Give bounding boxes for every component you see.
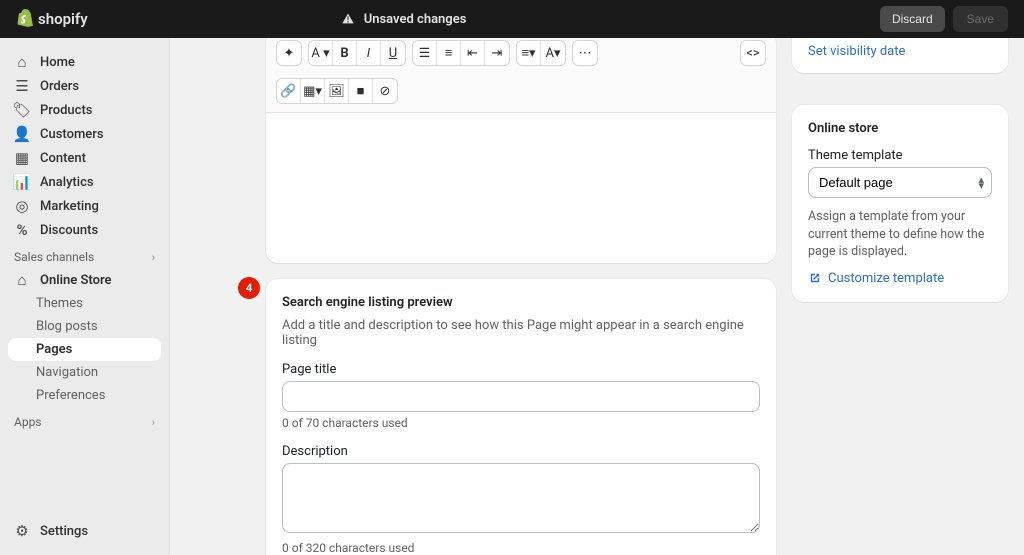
- discounts-icon: %: [14, 222, 30, 238]
- set-visibility-date-link[interactable]: Set visibility date: [808, 44, 905, 59]
- theme-template-label: Theme template: [808, 148, 992, 163]
- analytics-icon: 📊: [14, 174, 30, 190]
- seo-description-text: Add a title and description to see how t…: [282, 318, 760, 348]
- align-dropdown[interactable]: ≡▾: [517, 41, 541, 65]
- page-title-label: Page title: [282, 362, 760, 377]
- rte-body[interactable]: [266, 113, 776, 263]
- external-icon: [808, 271, 822, 285]
- underline-button[interactable]: U: [381, 41, 405, 65]
- orders-icon: ☰: [14, 78, 30, 94]
- marketing-icon: ◎: [14, 198, 30, 214]
- sidebar-item-settings[interactable]: ⚙Settings: [0, 519, 169, 543]
- code-view-button[interactable]: <>: [741, 41, 765, 65]
- sidebar-item-themes[interactable]: Themes: [0, 292, 169, 315]
- content-icon: ▦: [14, 150, 30, 166]
- seo-heading: Search engine listing preview: [282, 295, 760, 310]
- chevron-right-icon[interactable]: ›: [152, 251, 155, 264]
- step-marker: 4: [238, 277, 260, 299]
- seo-card: 4 Search engine listing preview Add a ti…: [266, 279, 776, 555]
- sidebar-item-customers[interactable]: 👤Customers: [0, 122, 169, 146]
- content-editor-card: ✦ A ▾ B I U ☰ ≡ ⇤ ⇥ ≡▾ A▾: [266, 38, 776, 263]
- theme-helper-text: Assign a template from your current them…: [808, 208, 992, 261]
- theme-template-select[interactable]: Default page: [808, 167, 992, 198]
- customers-icon: 👤: [14, 126, 30, 142]
- online-store-card: Online store Theme template Default page…: [792, 105, 1008, 302]
- sidebar-item-discounts[interactable]: %Discounts: [0, 218, 169, 242]
- sidebar-item-online-store[interactable]: ⌂Online Store: [0, 268, 169, 292]
- video-button[interactable]: ■: [349, 79, 373, 103]
- sales-channels-label: Sales channels ›: [0, 242, 169, 268]
- bold-button[interactable]: B: [333, 41, 357, 65]
- store-icon: ⌂: [14, 272, 30, 288]
- clear-format-button[interactable]: ⊘: [373, 79, 397, 103]
- sidebar-item-pages[interactable]: Pages: [8, 338, 161, 361]
- main-content: ✦ A ▾ B I U ☰ ≡ ⇤ ⇥ ≡▾ A▾: [170, 38, 1024, 555]
- save-button: Save: [953, 6, 1008, 32]
- online-store-title: Online store: [808, 121, 992, 136]
- brand-label: shopify: [38, 10, 88, 28]
- chevron-right-icon: ›: [152, 416, 155, 429]
- outdent-button[interactable]: ⇤: [461, 41, 485, 65]
- description-count: 0 of 320 characters used: [282, 541, 760, 555]
- home-icon: ⌂: [14, 54, 30, 70]
- sidebar-item-preferences[interactable]: Preferences: [0, 384, 169, 407]
- numbered-list-button[interactable]: ≡: [437, 41, 461, 65]
- link-button: 🔗: [277, 79, 301, 103]
- products-icon: 🏷: [14, 102, 30, 118]
- paragraph-style-dropdown[interactable]: A ▾: [309, 41, 333, 65]
- rte-toolbar: ✦ A ▾ B I U ☰ ≡ ⇤ ⇥ ≡▾ A▾: [266, 38, 776, 113]
- page-title-count: 0 of 70 characters used: [282, 416, 760, 430]
- topbar: shopify Unsaved changes Discard Save: [0, 0, 1024, 38]
- description-textarea[interactable]: [282, 463, 760, 533]
- shopify-bag-icon: [16, 9, 34, 29]
- sidebar-item-navigation[interactable]: Navigation: [0, 361, 169, 384]
- text-color-dropdown[interactable]: A▾: [541, 41, 565, 65]
- table-dropdown[interactable]: ▦▾: [301, 79, 325, 103]
- apps-label[interactable]: Apps ›: [0, 407, 169, 433]
- sidebar-item-analytics[interactable]: 📊Analytics: [0, 170, 169, 194]
- warning-icon: [340, 11, 356, 27]
- sidebar-item-blog-posts[interactable]: Blog posts: [0, 315, 169, 338]
- sparkle-icon[interactable]: ✦: [277, 41, 301, 65]
- discard-button[interactable]: Discard: [880, 6, 945, 32]
- sidebar-item-orders[interactable]: ☰Orders: [0, 74, 169, 98]
- page-title-input[interactable]: [282, 381, 760, 412]
- gear-icon: ⚙: [14, 523, 30, 539]
- description-label: Description: [282, 444, 760, 459]
- sidebar-item-home[interactable]: ⌂Home: [0, 50, 169, 74]
- bullet-list-button[interactable]: ☰: [413, 41, 437, 65]
- visibility-card: Hidden Set visibility date: [792, 38, 1008, 73]
- indent-button[interactable]: ⇥: [485, 41, 509, 65]
- customize-template-link[interactable]: Customize template: [808, 271, 992, 286]
- italic-button[interactable]: I: [357, 41, 381, 65]
- shopify-logo[interactable]: shopify: [16, 9, 88, 29]
- sidebar: ⌂Home ☰Orders 🏷Products 👤Customers ▦Cont…: [0, 38, 170, 555]
- sidebar-item-marketing[interactable]: ◎Marketing: [0, 194, 169, 218]
- image-button[interactable]: 🖼: [325, 79, 349, 103]
- topbar-actions: Discard Save: [880, 6, 1008, 32]
- sidebar-item-content[interactable]: ▦Content: [0, 146, 169, 170]
- unsaved-changes: Unsaved changes: [340, 11, 467, 27]
- sidebar-item-products[interactable]: 🏷Products: [0, 98, 169, 122]
- more-button[interactable]: ⋯: [573, 41, 597, 65]
